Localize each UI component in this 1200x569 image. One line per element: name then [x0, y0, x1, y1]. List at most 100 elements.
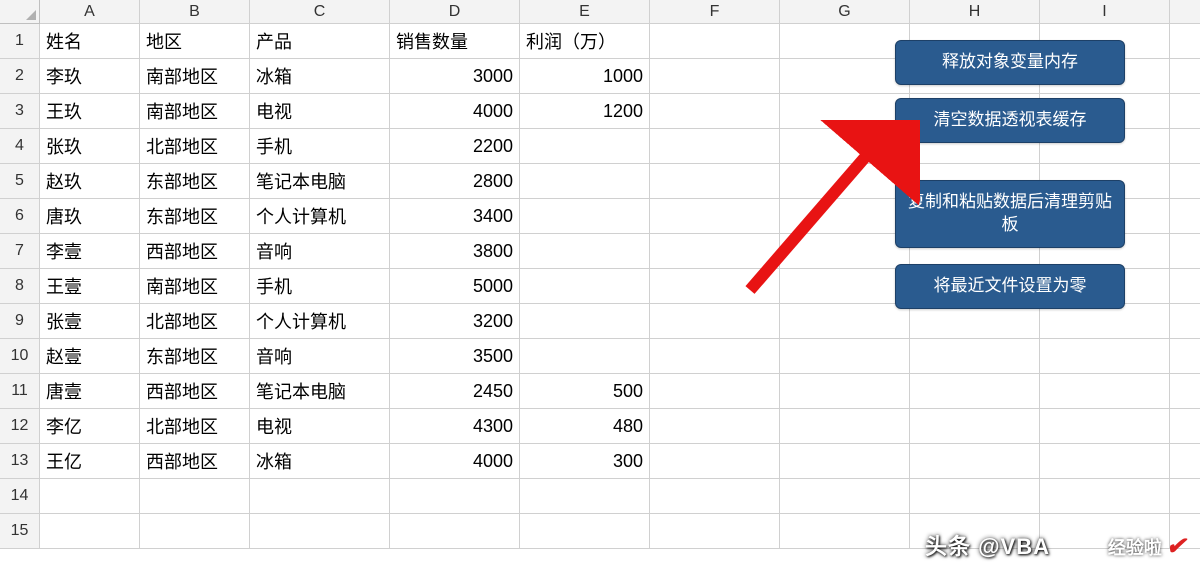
cell-F15[interactable]	[650, 514, 780, 549]
cell-D1[interactable]: 销售数量	[390, 24, 520, 59]
cell-A4[interactable]: 张玖	[40, 129, 140, 164]
cell-F14[interactable]	[650, 479, 780, 514]
cell-G5[interactable]	[780, 164, 910, 199]
cell-E6[interactable]	[520, 199, 650, 234]
cell-F11[interactable]	[650, 374, 780, 409]
cell-F5[interactable]	[650, 164, 780, 199]
cell-G6[interactable]	[780, 199, 910, 234]
col-header-H[interactable]: H	[910, 0, 1040, 24]
cell-G14[interactable]	[780, 479, 910, 514]
cell-F9[interactable]	[650, 304, 780, 339]
row-header-7[interactable]: 7	[0, 234, 40, 269]
cell-D5[interactable]: 2800	[390, 164, 520, 199]
cell-F6[interactable]	[650, 199, 780, 234]
cell-B5[interactable]: 东部地区	[140, 164, 250, 199]
cell-G4[interactable]	[780, 129, 910, 164]
cell-B7[interactable]: 西部地区	[140, 234, 250, 269]
cell-A12[interactable]: 李亿	[40, 409, 140, 444]
cell-I10[interactable]	[1040, 339, 1170, 374]
cell-H12[interactable]	[910, 409, 1040, 444]
cell-C8[interactable]: 手机	[250, 269, 390, 304]
cell-D12[interactable]: 4300	[390, 409, 520, 444]
cell-E15[interactable]	[520, 514, 650, 549]
cell-A11[interactable]: 唐壹	[40, 374, 140, 409]
cell-G10[interactable]	[780, 339, 910, 374]
cell-E5[interactable]	[520, 164, 650, 199]
cell-G1[interactable]	[780, 24, 910, 59]
cell-D10[interactable]: 3500	[390, 339, 520, 374]
cell-F1[interactable]	[650, 24, 780, 59]
cell-A1[interactable]: 姓名	[40, 24, 140, 59]
cell-B3[interactable]: 南部地区	[140, 94, 250, 129]
cell-B2[interactable]: 南部地区	[140, 59, 250, 94]
cell-B12[interactable]: 北部地区	[140, 409, 250, 444]
cell-J13[interactable]	[1170, 444, 1200, 479]
cell-C7[interactable]: 音响	[250, 234, 390, 269]
cell-I14[interactable]	[1040, 479, 1170, 514]
cell-D3[interactable]: 4000	[390, 94, 520, 129]
cell-H9[interactable]	[910, 304, 1040, 339]
cell-D13[interactable]: 4000	[390, 444, 520, 479]
cell-A7[interactable]: 李壹	[40, 234, 140, 269]
cell-A8[interactable]: 王壹	[40, 269, 140, 304]
row-header-9[interactable]: 9	[0, 304, 40, 339]
row-header-6[interactable]: 6	[0, 199, 40, 234]
cell-B4[interactable]: 北部地区	[140, 129, 250, 164]
col-header-D[interactable]: D	[390, 0, 520, 24]
cell-G15[interactable]	[780, 514, 910, 549]
row-header-14[interactable]: 14	[0, 479, 40, 514]
cell-J10[interactable]	[1170, 339, 1200, 374]
row-header-11[interactable]: 11	[0, 374, 40, 409]
cell-A2[interactable]: 李玖	[40, 59, 140, 94]
cell-F7[interactable]	[650, 234, 780, 269]
clear-pivot-cache-button[interactable]: 清空数据透视表缓存	[895, 98, 1125, 143]
row-header-3[interactable]: 3	[0, 94, 40, 129]
cell-B13[interactable]: 西部地区	[140, 444, 250, 479]
cell-E7[interactable]	[520, 234, 650, 269]
cell-J2[interactable]	[1170, 59, 1200, 94]
cell-J1[interactable]	[1170, 24, 1200, 59]
cell-J8[interactable]	[1170, 269, 1200, 304]
copy-paste-clear-clipboard-button[interactable]: 复制和粘贴数据后清理剪贴板	[895, 180, 1125, 248]
cell-F4[interactable]	[650, 129, 780, 164]
cell-A14[interactable]	[40, 479, 140, 514]
cell-D7[interactable]: 3800	[390, 234, 520, 269]
cell-B6[interactable]: 东部地区	[140, 199, 250, 234]
cell-F13[interactable]	[650, 444, 780, 479]
cell-E11[interactable]: 500	[520, 374, 650, 409]
cell-C14[interactable]	[250, 479, 390, 514]
cell-J7[interactable]	[1170, 234, 1200, 269]
cell-C13[interactable]: 冰箱	[250, 444, 390, 479]
col-header-F[interactable]: F	[650, 0, 780, 24]
cell-H14[interactable]	[910, 479, 1040, 514]
release-object-memory-button[interactable]: 释放对象变量内存	[895, 40, 1125, 85]
cell-D15[interactable]	[390, 514, 520, 549]
cell-G7[interactable]	[780, 234, 910, 269]
cell-J14[interactable]	[1170, 479, 1200, 514]
row-header-10[interactable]: 10	[0, 339, 40, 374]
cell-B9[interactable]: 北部地区	[140, 304, 250, 339]
cell-H10[interactable]	[910, 339, 1040, 374]
cell-D14[interactable]	[390, 479, 520, 514]
cell-E4[interactable]	[520, 129, 650, 164]
cell-A9[interactable]: 张壹	[40, 304, 140, 339]
cell-F3[interactable]	[650, 94, 780, 129]
row-header-13[interactable]: 13	[0, 444, 40, 479]
cell-F10[interactable]	[650, 339, 780, 374]
col-header-B[interactable]: B	[140, 0, 250, 24]
cell-A5[interactable]: 赵玖	[40, 164, 140, 199]
cell-G3[interactable]	[780, 94, 910, 129]
cell-G13[interactable]	[780, 444, 910, 479]
col-header-G[interactable]: G	[780, 0, 910, 24]
cell-C6[interactable]: 个人计算机	[250, 199, 390, 234]
cell-A15[interactable]	[40, 514, 140, 549]
cell-H11[interactable]	[910, 374, 1040, 409]
cell-E8[interactable]	[520, 269, 650, 304]
cell-A13[interactable]: 王亿	[40, 444, 140, 479]
col-header-I[interactable]: I	[1040, 0, 1170, 24]
cell-J9[interactable]	[1170, 304, 1200, 339]
col-header-A[interactable]: A	[40, 0, 140, 24]
cell-B1[interactable]: 地区	[140, 24, 250, 59]
cell-D6[interactable]: 3400	[390, 199, 520, 234]
cell-I12[interactable]	[1040, 409, 1170, 444]
